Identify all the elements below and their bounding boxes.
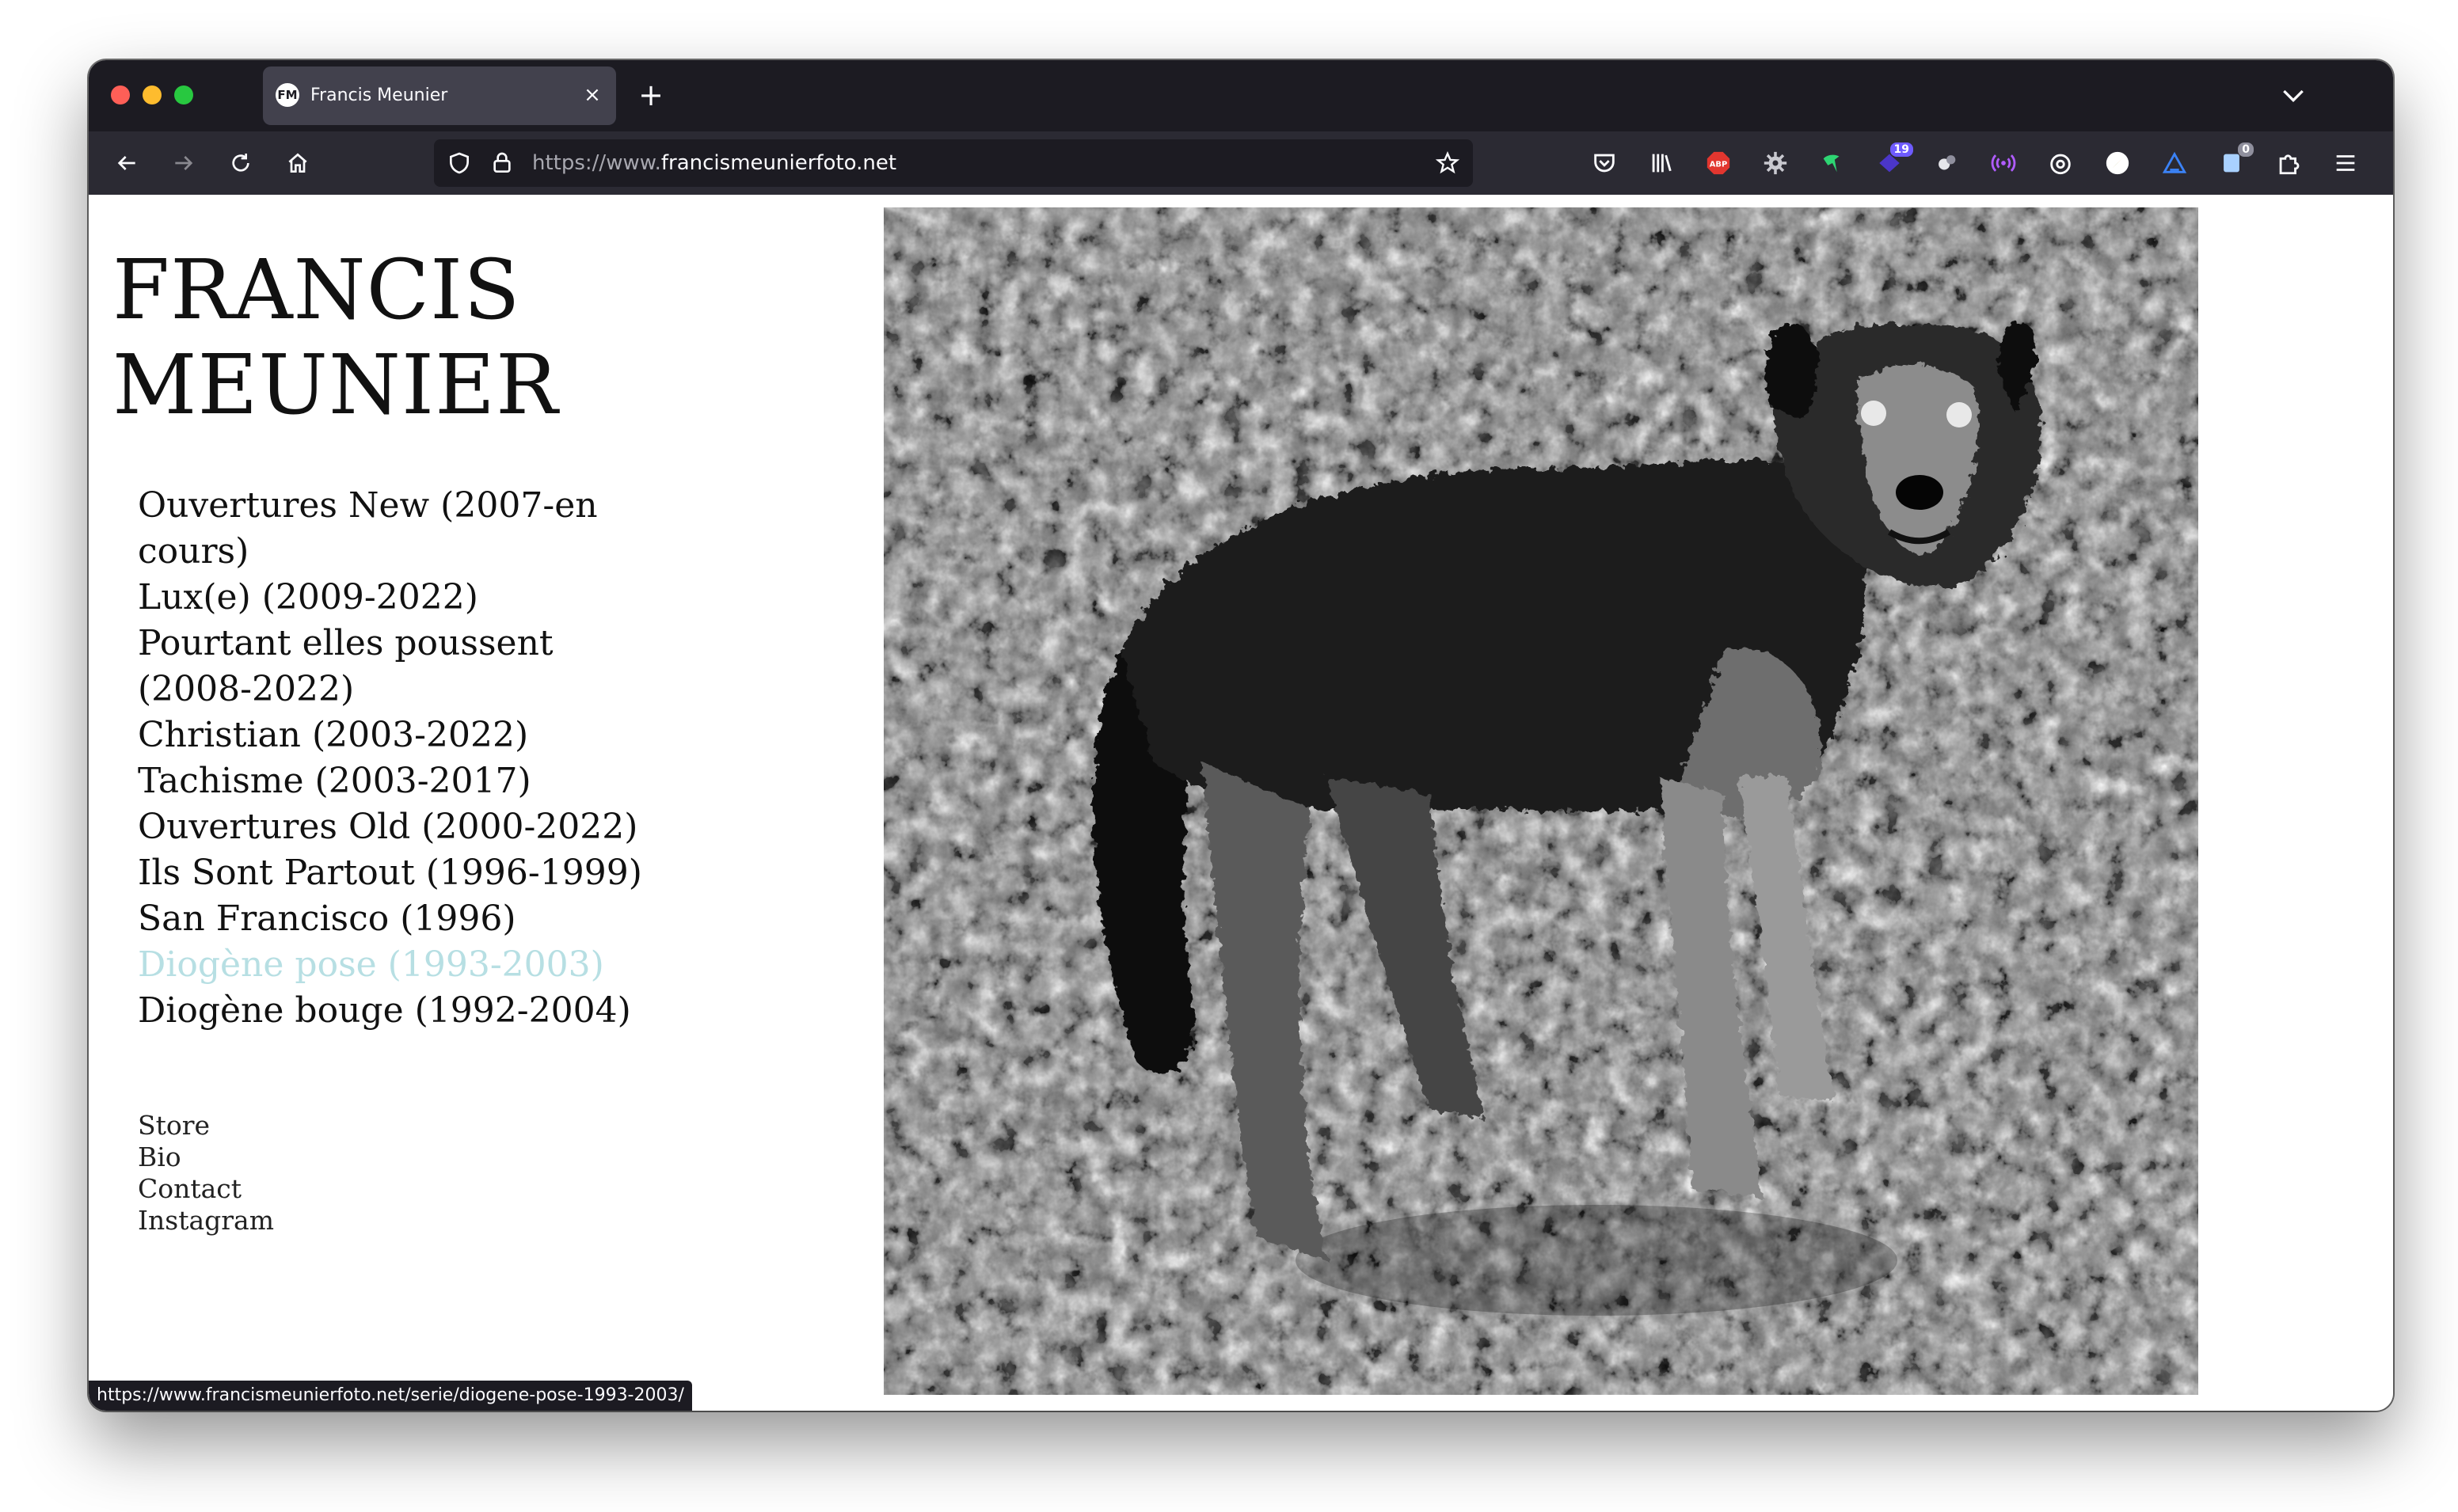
series-link-ils-sont-partout[interactable]: Ils Sont Partout (1996-1999) — [138, 850, 660, 896]
bookmark-star-icon[interactable] — [1435, 150, 1460, 176]
series-link-san-francisco[interactable]: San Francisco (1996) — [138, 896, 660, 942]
status-url-tooltip: https://www.francismeunierfoto.net/serie… — [89, 1381, 692, 1411]
series-navigation: Ouvertures New (2007-en cours) Lux(e) (20… — [138, 483, 660, 1034]
minimize-window-button[interactable] — [143, 85, 162, 104]
tab-strip: FM Francis Meunier × + — [89, 60, 2393, 131]
navigation-toolbar: https://www.francismeunierfoto.net ABP 1… — [89, 131, 2393, 196]
lock-icon[interactable] — [489, 150, 515, 176]
new-tab-icon[interactable]: + — [635, 79, 667, 111]
close-tab-icon[interactable]: × — [578, 81, 607, 109]
home-icon[interactable] — [280, 146, 315, 180]
adblock-icon[interactable]: ABP — [1703, 147, 1734, 179]
extensions-puzzle-icon[interactable] — [2273, 147, 2304, 179]
store-link[interactable]: Store — [138, 1110, 274, 1142]
extension-badge-count: 19 — [1889, 142, 1913, 157]
site-favicon-icon: FM — [276, 83, 299, 107]
series-link-christian[interactable]: Christian (2003-2022) — [138, 712, 660, 758]
tracking-shield-icon[interactable] — [447, 150, 472, 176]
page-content: FRANCIS MEUNIER Ouvertures New (2007-en c… — [89, 195, 2393, 1411]
browser-window: FM Francis Meunier × + https://www.franc… — [89, 60, 2393, 1411]
green-bird-icon[interactable] — [1817, 147, 1848, 179]
zoom-window-button[interactable] — [174, 85, 193, 104]
compass-icon[interactable] — [2102, 147, 2133, 179]
series-link-pourtant-elles-poussent[interactable]: Pourtant elles poussent (2008-2022) — [138, 621, 660, 712]
dots-icon[interactable] — [1931, 147, 1962, 179]
library-icon[interactable] — [1646, 147, 1677, 179]
wifi-icon[interactable] — [1988, 147, 2019, 179]
instagram-link[interactable]: Instagram — [138, 1205, 274, 1237]
tab-list-chevron-down-icon[interactable] — [2277, 79, 2309, 111]
back-arrow-icon[interactable] — [109, 146, 144, 180]
tab-francis-meunier[interactable]: FM Francis Meunier × — [263, 66, 616, 125]
bio-link[interactable]: Bio — [138, 1142, 274, 1173]
svg-text:ABP: ABP — [1710, 160, 1727, 169]
settings-gear-icon[interactable] — [1760, 147, 1791, 179]
series-link-ouvertures-old[interactable]: Ouvertures Old (2000-2022) — [138, 804, 660, 850]
forward-arrow-icon[interactable] — [166, 146, 201, 180]
notes-badge-count: 0 — [2238, 142, 2254, 157]
pocket-icon[interactable] — [1589, 147, 1620, 179]
url-text[interactable]: https://www.francismeunierfoto.net — [532, 151, 896, 175]
series-link-luxe[interactable]: Lux(e) (2009-2022) — [138, 575, 660, 621]
series-link-diogene-bouge[interactable]: Diogène bouge (1992-2004) — [138, 988, 660, 1034]
series-link-ouvertures-new[interactable]: Ouvertures New (2007-en cours) — [138, 483, 660, 575]
triangle-icon[interactable] — [2159, 147, 2190, 179]
site-title[interactable]: FRANCIS MEUNIER — [112, 242, 667, 432]
dog-photograph[interactable] — [884, 207, 2198, 1395]
timer-icon[interactable] — [2045, 147, 2076, 179]
tab-title: Francis Meunier — [310, 85, 448, 105]
close-window-button[interactable] — [111, 85, 130, 104]
series-link-tachisme[interactable]: Tachisme (2003-2017) — [138, 758, 660, 804]
secondary-navigation: Store Bio Contact Instagram — [138, 1110, 274, 1237]
address-bar[interactable]: https://www.francismeunierfoto.net — [434, 139, 1473, 187]
reload-icon[interactable] — [223, 146, 258, 180]
contact-link[interactable]: Contact — [138, 1173, 274, 1205]
series-link-diogene-pose[interactable]: Diogène pose (1993-2003) — [138, 942, 660, 988]
purple-badge-icon[interactable]: 19 — [1874, 142, 1913, 179]
notes-icon[interactable]: 0 — [2216, 142, 2254, 179]
hamburger-menu-icon[interactable] — [2330, 147, 2361, 179]
